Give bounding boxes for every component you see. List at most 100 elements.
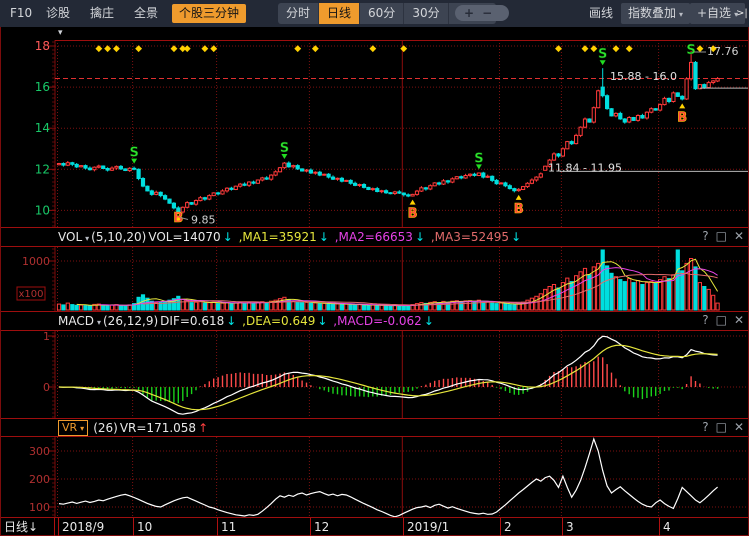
vr-value: ↑ xyxy=(198,421,208,435)
close-icon[interactable]: ✕ xyxy=(734,420,744,434)
period-intraday[interactable]: 分时 xyxy=(278,3,319,24)
catch-banker-button[interactable]: 擒庄 xyxy=(86,0,118,27)
svg-text:16: 16 xyxy=(35,80,50,94)
svg-text:◆: ◆ xyxy=(582,44,589,54)
vr-window-buttons: ? □ ✕ xyxy=(695,420,744,434)
svg-text:◆: ◆ xyxy=(104,44,111,54)
date-label: 4 xyxy=(663,518,671,536)
svg-text:10: 10 xyxy=(35,203,50,217)
svg-text:B: B xyxy=(514,202,524,217)
index-overlay-button[interactable]: 指数叠加▾ xyxy=(621,3,690,24)
diagnose-stock-button[interactable]: 诊股 xyxy=(42,0,74,27)
maximize-icon[interactable]: □ xyxy=(716,229,727,243)
svg-text:12: 12 xyxy=(35,162,50,176)
svg-text:◆: ◆ xyxy=(590,44,597,54)
svg-text:1: 1 xyxy=(43,331,50,343)
date-tick xyxy=(562,518,563,536)
main-kline-chart[interactable]: 1816141210◆◆◆◆◆◆◆◆◆◆◆◆◆◆◆◆◆◆◆◆SBSBSBSBS1… xyxy=(0,40,749,227)
svg-text:0: 0 xyxy=(43,381,50,394)
maximize-icon[interactable]: □ xyxy=(716,313,727,327)
period-30min[interactable]: 30分 xyxy=(404,3,448,24)
help-icon[interactable]: ? xyxy=(702,229,708,243)
svg-text:x100: x100 xyxy=(18,289,43,300)
stock-3min-button[interactable]: 个股三分钟 xyxy=(172,4,246,23)
svg-text:◆: ◆ xyxy=(95,44,102,54)
panorama-button[interactable]: 全景 xyxy=(130,0,162,27)
vol-value: VOL=14070 xyxy=(148,230,220,244)
collapse-panel-icon[interactable]: >| xyxy=(736,0,748,27)
svg-text:14: 14 xyxy=(35,121,50,135)
svg-text:◆: ◆ xyxy=(135,44,142,54)
macd-window-buttons: ? □ ✕ xyxy=(695,313,744,327)
vr-chart[interactable]: 300200100 xyxy=(0,437,749,517)
help-icon[interactable]: ? xyxy=(702,420,708,434)
vol-value: ↓ xyxy=(319,230,329,244)
vr-params: (26) xyxy=(93,421,118,435)
maximize-icon[interactable]: □ xyxy=(716,420,727,434)
macd-value: ↓ xyxy=(317,314,327,328)
vr-indicator-dropdown[interactable]: VR▾ xyxy=(58,420,88,436)
vol-panel-header: VOL▾ (5,10,20) VOL=14070↓ ,MA1=35921↓ ,M… xyxy=(0,227,749,247)
chevron-down-icon: ▾ xyxy=(97,318,101,327)
vol-window-buttons: ? □ ✕ xyxy=(695,229,744,243)
svg-text:S: S xyxy=(686,43,695,58)
chevron-down-icon: ▾ xyxy=(80,424,84,433)
vol-value: ↓ xyxy=(511,230,521,244)
svg-text:◆: ◆ xyxy=(612,44,619,54)
date-label: 2 xyxy=(504,518,512,536)
date-tick xyxy=(659,518,660,536)
date-label: 12 xyxy=(314,518,329,536)
vol-value: ,MA3=52495 xyxy=(427,230,509,244)
vol-value: ,MA2=66653 xyxy=(331,230,413,244)
close-icon[interactable]: ✕ xyxy=(734,229,744,243)
svg-text:◆: ◆ xyxy=(312,44,319,54)
stock-chart-app: { "toolbar":{ "f10":"F10","zhengu":"诊股",… xyxy=(0,0,749,536)
macd-chart[interactable]: 10 xyxy=(0,331,749,418)
chevron-down-icon: ▾ xyxy=(679,10,683,19)
vr-value: VR=171.058 xyxy=(120,421,196,435)
indicator-selector-strip: ▾ xyxy=(0,27,749,40)
svg-text:◆: ◆ xyxy=(210,44,217,54)
date-tick xyxy=(403,518,404,536)
help-icon[interactable]: ? xyxy=(702,313,708,327)
svg-text:◆: ◆ xyxy=(400,44,407,54)
svg-text:B: B xyxy=(173,211,183,226)
draw-line-button[interactable]: 画线 xyxy=(585,0,617,27)
date-label: 11 xyxy=(221,518,236,536)
period-daily[interactable]: 日线 xyxy=(319,3,360,24)
zoom-out-button[interactable]: − xyxy=(482,6,500,20)
zoom-in-button[interactable]: + xyxy=(464,6,482,20)
period-indicator[interactable]: 日线↓ xyxy=(0,518,55,536)
vol-params: (5,10,20) xyxy=(91,230,146,244)
svg-text:◆: ◆ xyxy=(626,44,633,54)
svg-text:18: 18 xyxy=(35,40,50,53)
svg-text:S: S xyxy=(129,146,138,161)
macd-value: DIF=0.618 xyxy=(160,314,224,328)
macd-value: ↓ xyxy=(424,314,434,328)
svg-text:◆: ◆ xyxy=(184,44,191,54)
macd-value: ↓ xyxy=(226,314,236,328)
svg-text:S: S xyxy=(598,47,607,62)
date-label: 2019/1 xyxy=(407,518,449,536)
period-60min[interactable]: 60分 xyxy=(360,3,404,24)
svg-text:◆: ◆ xyxy=(294,44,301,54)
svg-text:◆: ◆ xyxy=(201,44,208,54)
date-tick xyxy=(217,518,218,536)
date-tick xyxy=(133,518,134,536)
close-icon[interactable]: ✕ xyxy=(734,313,744,327)
main-indicator-dropdown-icon[interactable]: ▾ xyxy=(58,28,63,38)
date-tick xyxy=(310,518,311,536)
svg-text:B: B xyxy=(408,207,418,222)
f10-button[interactable]: F10 xyxy=(6,0,36,27)
vol-indicator-dropdown[interactable]: VOL▾ xyxy=(58,230,89,244)
volume-chart[interactable]: 1000x100 xyxy=(0,247,749,311)
macd-value: ,MACD=-0.062 xyxy=(329,314,421,328)
svg-text:◆: ◆ xyxy=(555,44,562,54)
svg-text:◆: ◆ xyxy=(113,44,120,54)
macd-indicator-dropdown[interactable]: MACD▾ xyxy=(58,314,101,328)
top-toolbar: F10 诊股 擒庄 全景 个股三分钟 分时 日线 60分 30分 周线▾ +− … xyxy=(0,0,749,27)
macd-values: DIF=0.618↓ ,DEA=0.649↓ ,MACD=-0.062↓ xyxy=(160,314,436,328)
vol-value: ,MA1=35921 xyxy=(235,230,317,244)
date-tick xyxy=(500,518,501,536)
vol-values: VOL=14070↓ ,MA1=35921↓ ,MA2=66653↓ ,MA3=… xyxy=(148,230,523,244)
